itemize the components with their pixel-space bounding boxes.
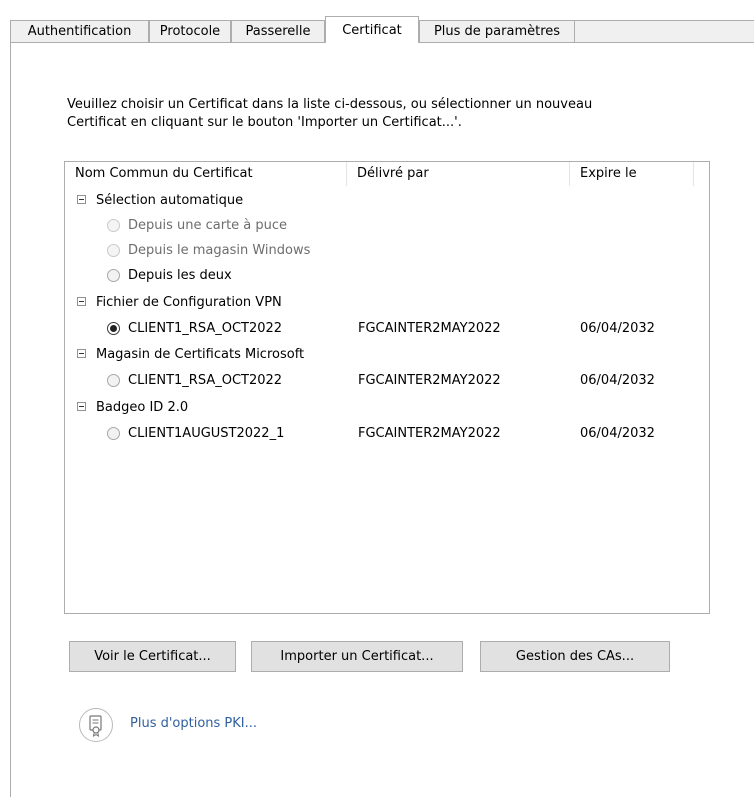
radio-button[interactable] [107,244,120,257]
more-pki-options-link[interactable]: Plus d'options PKI... [130,716,257,731]
tab-strip: Authentification Protocole Passerelle Ce… [0,0,754,43]
group-label: Sélection automatique [96,193,244,208]
list-item[interactable]: CLIENT1_RSA_OCT2022 FGCAINTER2MAY2022 06… [65,316,709,341]
collapse-icon[interactable] [77,195,86,204]
column-header-issued-by[interactable]: Délivré par [347,162,570,186]
collapse-icon[interactable] [77,297,86,306]
certificate-list[interactable]: Nom Commun du Certificat Délivré par Exp… [64,161,710,614]
item-expires: 06/04/2032 [580,426,655,441]
list-item[interactable]: Depuis les deux [65,263,709,288]
tab-plus-de-parametres[interactable]: Plus de paramètres [419,20,575,42]
list-item[interactable]: Depuis une carte à puce [65,213,709,238]
item-name: CLIENT1_RSA_OCT2022 [128,321,283,336]
collapse-icon[interactable] [77,402,86,411]
column-header-common-name[interactable]: Nom Commun du Certificat [65,162,347,186]
item-issuer: FGCAINTER2MAY2022 [358,426,501,441]
radio-button[interactable] [107,219,120,232]
item-expires: 06/04/2032 [580,321,655,336]
view-certificate-button[interactable]: Voir le Certificat... [69,641,236,672]
list-item[interactable]: CLIENT1_RSA_OCT2022 FGCAINTER2MAY2022 06… [65,368,709,393]
list-header: Nom Commun du Certificat Délivré par Exp… [65,162,709,186]
tab-baseline-left [10,42,325,43]
list-item[interactable]: CLIENT1AUGUST2022_1 FGCAINTER2MAY2022 06… [65,421,709,446]
group-row[interactable]: Badgeo ID 2.0 [65,395,709,420]
instructions-text: Veuillez choisir un Certificat dans la l… [67,96,687,132]
radio-button[interactable] [107,374,120,387]
group-row[interactable]: Magasin de Certificats Microsoft [65,342,709,367]
tab-certificat[interactable]: Certificat [325,16,419,43]
collapse-icon[interactable] [77,349,86,358]
item-name: CLIENT1_RSA_OCT2022 [128,373,283,388]
item-name: Depuis une carte à puce [128,218,288,233]
group-row[interactable]: Sélection automatique [65,188,709,213]
item-issuer: FGCAINTER2MAY2022 [358,373,501,388]
certificate-icon-graphic [89,715,102,737]
tab-authentification[interactable]: Authentification [10,20,149,42]
group-row[interactable]: Fichier de Configuration VPN [65,290,709,315]
radio-button[interactable] [107,322,120,335]
tab-baseline-right [419,42,754,43]
instructions-line-1: Veuillez choisir un Certificat dans la l… [67,97,593,112]
column-header-expires[interactable]: Expire le [570,162,694,186]
item-issuer: FGCAINTER2MAY2022 [358,321,501,336]
panel-border [10,42,11,797]
instructions-line-2: Certificat en cliquant sur le bouton 'Im… [67,115,462,130]
group-label: Fichier de Configuration VPN [96,295,282,310]
item-expires: 06/04/2032 [580,373,655,388]
item-name: CLIENT1AUGUST2022_1 [128,426,285,441]
manage-cas-button[interactable]: Gestion des CAs... [480,641,670,672]
group-label: Magasin de Certificats Microsoft [96,347,305,362]
import-certificate-button[interactable]: Importer un Certificat... [251,641,463,672]
list-item[interactable]: Depuis le magasin Windows [65,238,709,263]
certificate-icon[interactable] [79,708,113,742]
item-name: Depuis le magasin Windows [128,243,311,258]
tab-protocole[interactable]: Protocole [149,20,231,42]
radio-button[interactable] [107,427,120,440]
tab-passerelle[interactable]: Passerelle [231,20,325,42]
item-name: Depuis les deux [128,268,232,283]
tab-strip-filler [575,20,754,43]
radio-button[interactable] [107,269,120,282]
group-label: Badgeo ID 2.0 [96,400,189,415]
